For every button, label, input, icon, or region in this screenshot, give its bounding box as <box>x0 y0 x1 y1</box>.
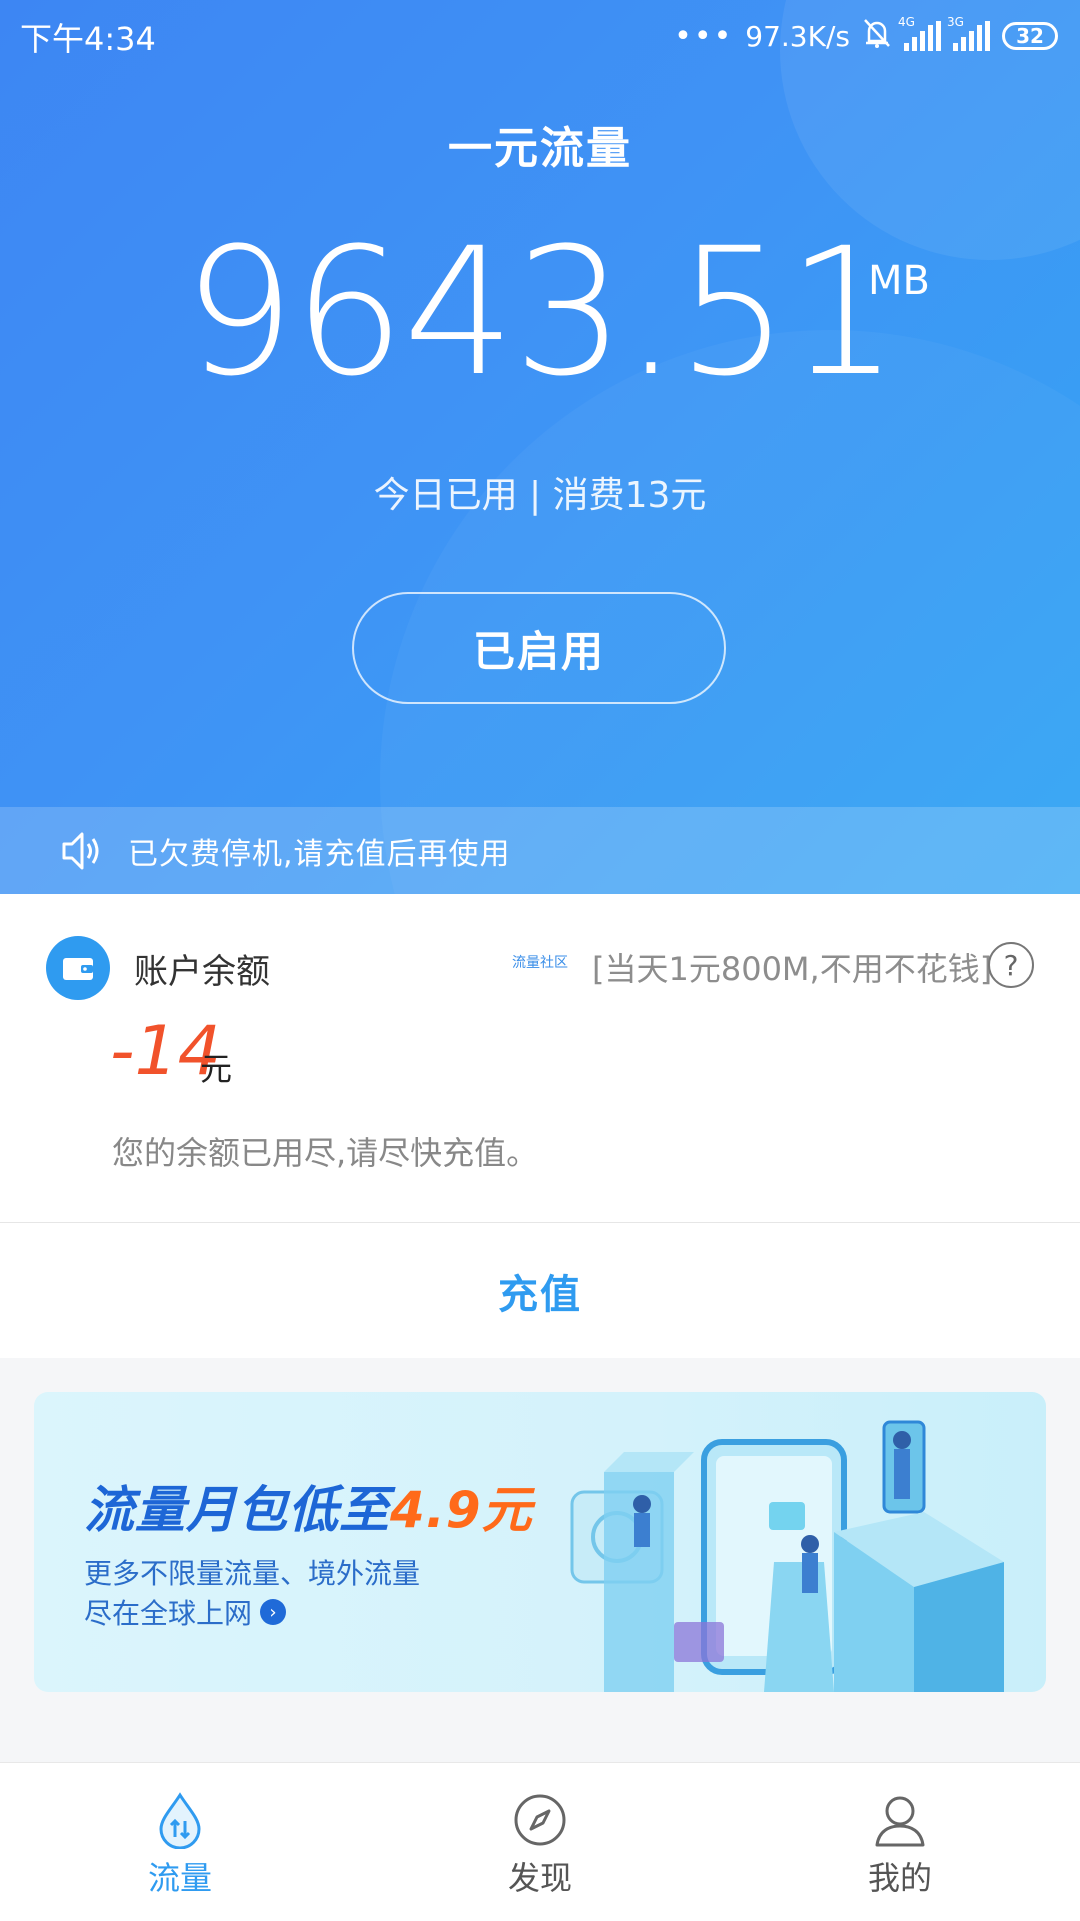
nav-item-discover[interactable]: 发现 <box>360 1763 720 1921</box>
banner-title: 流量月包低至4.9元 <box>84 1470 533 1542</box>
promo-text: [当天1元800M,不用不花钱] <box>592 950 993 988</box>
banner-link-text: 尽在全球上网 <box>84 1597 253 1630</box>
signal-3g-icon: 3G <box>947 15 990 51</box>
compass-icon <box>514 1794 566 1846</box>
wallet-icon <box>46 936 110 1000</box>
hero-section: 下午4:34 ••• 97.3K/s 4G 3G 32 一元流量 9643.51… <box>0 0 1080 894</box>
banner-title-highlight: 4.9元 <box>390 1481 533 1539</box>
divider <box>0 1222 1080 1223</box>
nav-item-mine[interactable]: 我的 <box>720 1763 1080 1921</box>
nav-label: 我的 <box>867 1859 932 1897</box>
promo-banner[interactable]: 流量月包低至4.9元 更多不限量流量、境外流量 尽在全球上网 › <box>34 1392 1046 1692</box>
nav-label: 流量 <box>147 1859 212 1897</box>
network-speed: 97.3K/s <box>745 19 850 53</box>
chevron-right-icon: › <box>260 1599 287 1625</box>
signal-4g-icon: 4G <box>898 15 941 51</box>
notice-text: 已欠费停机,请充值后再使用 <box>128 836 511 872</box>
page-title: 一元流量 <box>448 123 632 174</box>
data-amount: 9643.51 <box>183 210 899 415</box>
phone-illustration <box>570 1420 1004 1692</box>
account-card: 账户余额 流量社区 [当天1元800M,不用不花钱] ? -14 元 您的余额已… <box>0 894 1080 1358</box>
nav-label: 发现 <box>507 1859 572 1897</box>
usage-summary: 今日已用 | 消费13元 <box>373 475 707 516</box>
person-icon <box>875 1796 925 1847</box>
notice-bar[interactable]: 已欠费停机,请充值后再使用 <box>0 807 1080 894</box>
banner-title-prefix: 流量月包低至 <box>84 1481 390 1539</box>
status-time: 下午4:34 <box>20 20 156 58</box>
data-unit: MB <box>868 258 930 304</box>
nav-item-data[interactable]: 流量 <box>0 1763 360 1921</box>
banner-subtitle: 更多不限量流量、境外流量 <box>84 1557 421 1590</box>
status-enabled-button[interactable]: 已启用 <box>352 592 726 704</box>
recharge-button[interactable]: 充值 <box>0 1224 1080 1358</box>
community-tag[interactable]: 流量社区 <box>512 952 568 972</box>
bottom-nav: 流量 发现 我的 <box>0 1762 1080 1921</box>
account-balance-label: 账户余额 <box>134 952 270 992</box>
data-drop-icon <box>159 1792 201 1849</box>
more-dots-icon: ••• <box>674 18 734 54</box>
mute-bell-icon <box>862 17 892 56</box>
status-indicators: ••• 97.3K/s 4G 3G 32 <box>674 15 1058 56</box>
battery-icon: 32 <box>1002 22 1058 50</box>
status-bar: 下午4:34 ••• 97.3K/s 4G 3G 32 <box>0 0 1080 72</box>
balance-tip: 您的余额已用尽,请尽快充值。 <box>112 1134 539 1172</box>
balance-unit: 元 <box>200 1050 233 1088</box>
speaker-icon <box>58 828 104 874</box>
help-icon[interactable]: ? <box>988 942 1034 988</box>
banner-link[interactable]: 尽在全球上网 › <box>84 1592 287 1632</box>
